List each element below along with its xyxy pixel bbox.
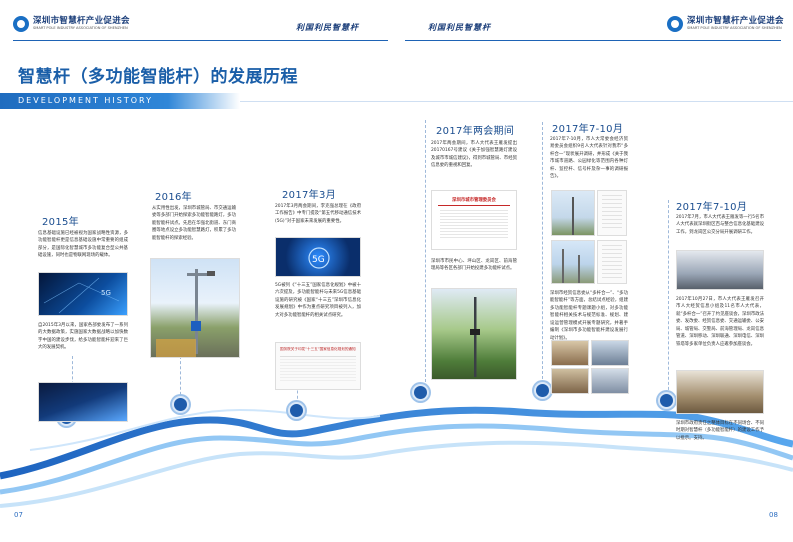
year-2016: 2016年 (155, 192, 192, 203)
photo-5g: 5G (275, 237, 361, 277)
year-2015: 2015年 (42, 217, 79, 228)
text-2017-july-oct-e: 深圳市政府责任之整体目标在不同场合、不同时期对智慧杆（多功能智能杆）的建设工作予… (676, 421, 764, 441)
photo-pole-b (551, 240, 595, 284)
left-logo: 深圳市智慧杆产业促进会 SMART POLE INDUSTRY ASSOCIAT… (13, 16, 130, 32)
photo-inspection (676, 250, 764, 290)
svg-text:5G: 5G (101, 289, 111, 297)
photo-meeting-a (551, 340, 589, 366)
text-2015-a: 信息基础设施已经被视为国家战略性资源，多功能智能杆更是信息基础设施中常重要的组成… (38, 231, 128, 259)
timeline-dot (288, 402, 305, 419)
doc-caption: 国务院关于印发“十三五”国家信息化规划的通知 (280, 347, 356, 351)
doc-state-council: 国务院关于印发“十三五”国家信息化规划的通知 (275, 342, 361, 390)
text-2017-march-a: 2017年3月两会期间，李克强总理在《政府工作报告》中专门提及“第五代移动通信技… (275, 204, 361, 224)
photo-network-5g: 5G (38, 272, 128, 316)
left-logo-name: 深圳市智慧杆产业促进会 (33, 15, 130, 26)
header-rule-right (405, 40, 781, 41)
year-2017-march: 2017年3月 (282, 190, 336, 201)
year-2017-npc: 2017年两会期间 (436, 126, 515, 137)
bottom-margin (0, 525, 793, 542)
text-2017-july-oct-a: 2017年7-10月，市人大常委会经济贸易委员会组织9名人大代表针对我市“多杆合… (550, 137, 628, 180)
timeline-connector (180, 356, 181, 400)
text-2016: 从实用性出发，深圳市城管局、市交通运输委等多部门开始探索多功能智能路灯，多功能智… (152, 206, 236, 241)
text-2017-july-oct-b: 深圳市经贸信息委从“多杆合一”、“多功能智能杆”等方面，总结试点经验，组建多功能… (550, 291, 628, 341)
photo-data-center (38, 382, 128, 422)
text-2015-b: 自2015年3月以来，国家各部委发布了一系列的大数据政策，实施国家大数据战略以加… (38, 323, 128, 351)
right-logo-english: SMART POLE INDUSTRY ASSOCIATION OF SHENZ… (687, 26, 782, 31)
photo-park-pole (431, 288, 517, 380)
page-subtitle-en: DEVELOPMENT HISTORY (18, 96, 153, 105)
photo-pole-spec-b (597, 240, 627, 284)
logo-emblem-icon (13, 16, 29, 32)
header-rule-left (13, 40, 388, 41)
text-2017-july-oct-c: 2017年7月，市人大代表王雁发等一行5名市人大代表就深圳街区百与整合信息化基础… (676, 215, 764, 235)
5g-badge-icon: 5G (312, 255, 325, 265)
year-2017-july-oct-b: 2017年7-10月 (676, 202, 748, 213)
text-2017-july-oct-d: 2017年10月27日，市人大代表王雁发召开市人大经贸信息小组及11名市人大代表… (676, 297, 764, 347)
photo-symposium (676, 370, 764, 414)
photo-smart-pole-street (150, 258, 240, 358)
year-2017-july-oct-a: 2017年7-10月 (552, 124, 624, 135)
slogan-right: 利国利民智慧杆 (428, 22, 491, 32)
page-title: 智慧杆（多功能智能杆）的发展历程 (18, 67, 298, 87)
photo-meeting-b (591, 340, 629, 366)
right-logo-name: 深圳市智慧杆产业促进会 (687, 15, 784, 26)
slogan-left: 利国利民智慧杆 (296, 22, 359, 32)
logo-emblem-icon (667, 16, 683, 32)
text-2017-npc-a: 2017年两会期间，市人大代表王雁发提出20170167号建议《关于加强智慧路灯… (431, 141, 517, 169)
timeline-connector (542, 122, 543, 384)
title-rule (240, 101, 793, 102)
right-logo: 深圳市智慧杆产业促进会 SMART POLE INDUSTRY ASSOCIAT… (667, 16, 784, 32)
doc-city-management: 深圳市城市管理委员会 (431, 190, 517, 250)
photo-pole-a (551, 190, 595, 236)
timeline-connector (668, 200, 669, 400)
timeline-dot (172, 396, 189, 413)
timeline-dot (412, 384, 429, 401)
text-2017-npc-b: 深圳市市民中心、坪山区、龙岗区、前海管理局等各区各部门开始投建多功能杆试点。 (431, 259, 517, 272)
timeline-connector (425, 120, 426, 392)
timeline-dot (658, 392, 675, 409)
text-2017-march-b: 5G被列《“十三五”国家信息化规划》中被十六次提及，多功能智能杆与未来5G信息基… (275, 283, 361, 318)
photo-pole-spec (597, 190, 627, 236)
left-logo-english: SMART POLE INDUSTRY ASSOCIATION OF SHENZ… (33, 26, 128, 31)
page-number-right: 08 (769, 511, 778, 519)
doc-header: 深圳市城市管理委员会 (452, 198, 496, 203)
photo-meeting-c (551, 368, 589, 394)
timeline-dot (534, 382, 551, 399)
photo-meeting-d (591, 368, 629, 394)
page-number-left: 07 (14, 511, 23, 519)
